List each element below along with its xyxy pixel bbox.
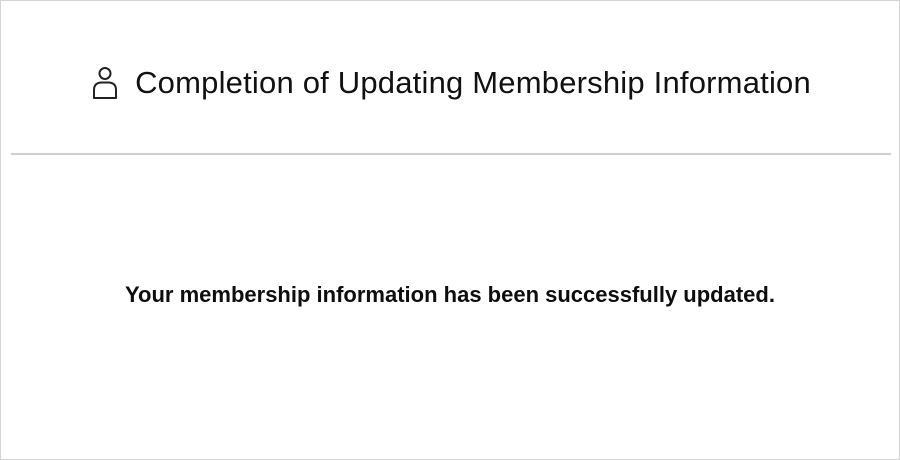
page-header: Completion of Updating Membership Inform… (11, 1, 891, 155)
page-title: Completion of Updating Membership Inform… (135, 65, 811, 100)
success-message: Your membership information has been suc… (125, 282, 775, 307)
completion-panel: Completion of Updating Membership Inform… (0, 0, 900, 460)
user-icon (91, 66, 119, 100)
title-row: Completion of Updating Membership Inform… (11, 61, 891, 105)
